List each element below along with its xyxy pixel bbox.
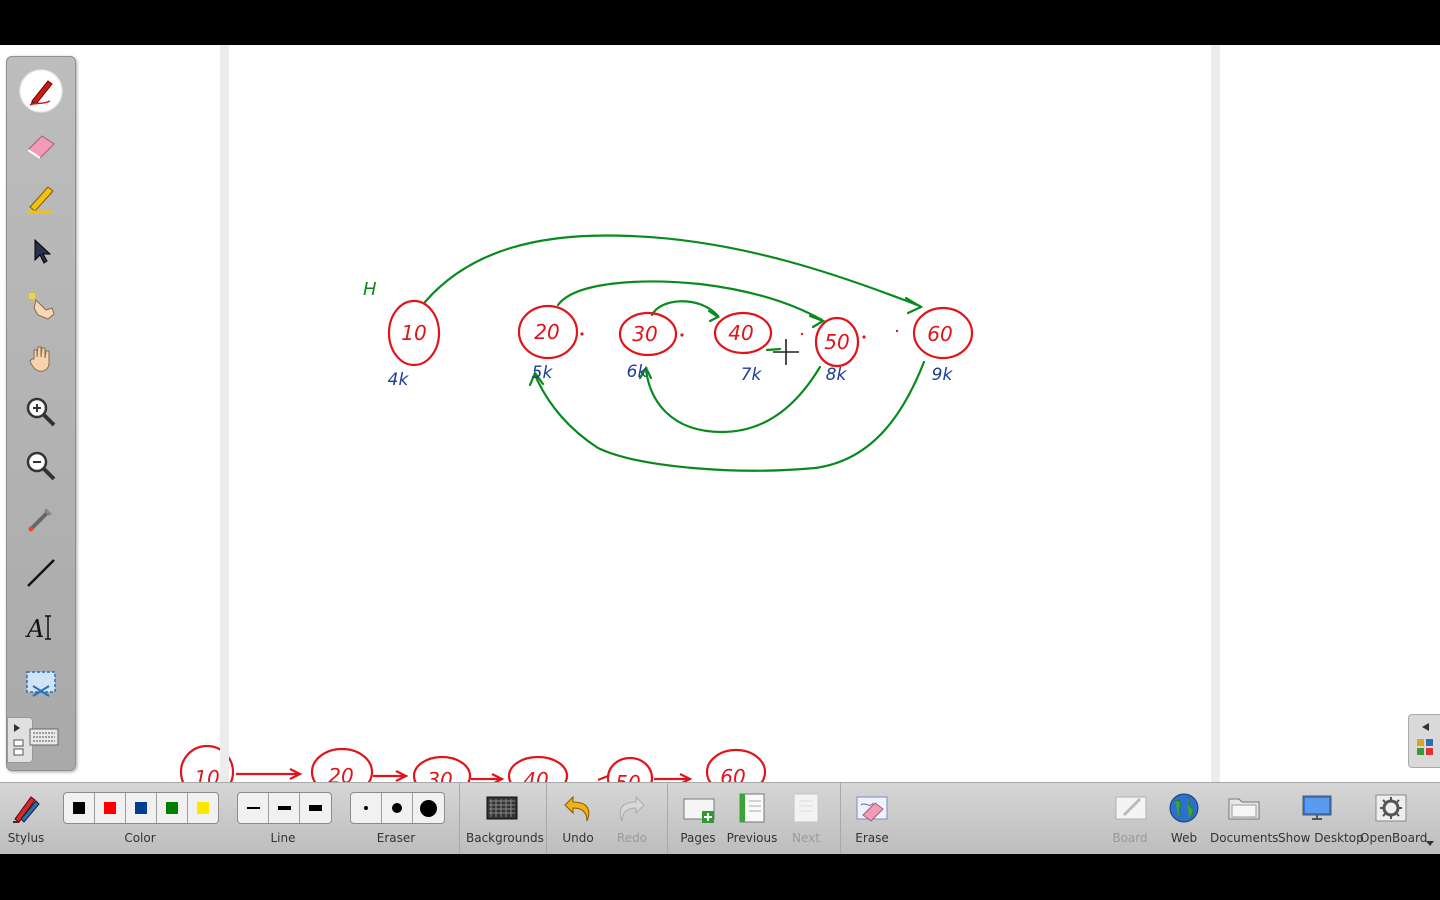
backgrounds-icon[interactable] [485,791,519,825]
show-desktop-label: Show Desktop [1278,831,1364,845]
openboard-settings-icon[interactable] [1374,791,1408,825]
openboard-menu-arrow-icon[interactable] [1426,841,1434,846]
line-icon[interactable] [21,553,61,593]
color-black[interactable] [64,793,95,823]
interact-icon[interactable] [21,285,61,325]
erase-label: Erase [855,831,889,845]
text-icon[interactable]: A [21,607,61,647]
documents-label: Documents [1210,831,1279,845]
redo-icon[interactable] [614,791,648,825]
weight-10: 4k [388,370,410,390]
zoom-out-icon[interactable] [21,446,61,486]
node-label-50: 50 [824,330,849,354]
link-10-to-60 [423,234,922,308]
capture-icon[interactable] [21,663,61,703]
color-yellow[interactable] [188,793,218,823]
link-40-back [765,347,782,352]
bottom-node-20: 20 [328,764,353,782]
pages-icon[interactable] [682,791,716,825]
line-thin[interactable] [238,793,269,823]
previous-label: Previous [726,831,778,845]
color-label: Color [124,831,156,845]
link-60-to-20 [533,360,926,472]
eraser-size-picker [350,792,445,824]
line-width-picker [237,792,332,824]
weight-20: 5k [532,363,554,383]
page-border-right [1211,45,1220,782]
node-label-10: 10 [401,321,426,345]
zoom-in-icon[interactable] [21,392,61,432]
hand-icon[interactable] [21,338,61,378]
previous-icon[interactable] [735,791,769,825]
page-border-left [220,45,229,782]
keyboard-icon[interactable] [29,725,59,749]
color-picker [63,792,219,824]
svg-text:A: A [25,615,44,643]
top-black-bar [0,0,1440,45]
node-label-60: 60 [927,322,952,346]
pen-icon[interactable] [19,69,63,113]
redo-label: Redo [616,831,648,845]
link-50-to-30 [644,365,822,434]
bottom-node-30: 30 [427,768,452,782]
next-label: Next [792,831,820,845]
node-label-30: 30 [632,322,657,346]
eraser-medium[interactable] [382,793,413,823]
ink-layer: H 10 20 30 40 50 60 4k 5k 6k 7k 8k 9k 10… [179,234,974,782]
next-icon[interactable] [789,791,823,825]
backgrounds-label: Backgrounds [466,831,544,845]
main-toolbar: Stylus Color Line Eraser Backgrounds Und… [0,782,1440,855]
eraser-large[interactable] [413,793,443,823]
erase-icon[interactable] [855,791,889,825]
stylus-label: Stylus [7,831,45,845]
laser-pointer-icon[interactable] [21,499,61,539]
undo-icon[interactable] [561,791,595,825]
node-label-40: 40 [728,321,753,345]
bottom-node-10: 10 [194,766,219,782]
color-green[interactable] [157,793,188,823]
bottom-black-bar [0,854,1440,900]
link-30-to-40 [650,300,720,318]
line-thick[interactable] [300,793,330,823]
undo-label: Undo [562,831,594,845]
show-desktop-icon[interactable] [1300,791,1334,825]
openboard-label: OpenBoard [1360,831,1428,845]
bottom-node-60: 60 [720,765,745,782]
weight-30: 6k [627,362,649,382]
line-medium[interactable] [269,793,300,823]
expand-arrow-icon [1422,723,1429,731]
eraser-icon[interactable] [21,125,61,165]
web-label: Web [1170,831,1198,845]
bottom-node-40: 40 [523,768,548,782]
head-label: H [363,279,377,300]
marker-icon[interactable] [21,178,61,218]
weight-50: 8k [826,365,848,385]
crosshair-cursor-icon [773,339,799,365]
bottom-node-50: 50 [615,771,640,782]
library-palette-collapsed[interactable] [1408,714,1440,768]
selector-icon[interactable] [21,231,61,271]
node-label-20: 20 [534,320,559,344]
color-red[interactable] [95,793,126,823]
eraser-small[interactable] [351,793,382,823]
line-label: Line [270,831,296,845]
board-label: Board [1112,831,1148,845]
board-icon[interactable] [1114,791,1148,825]
weight-60: 9k [932,365,954,385]
color-blue[interactable] [126,793,157,823]
arrowhead-60 [904,296,924,315]
stylus-palette: A [6,56,76,771]
web-icon[interactable] [1167,791,1201,825]
stylus-icon[interactable] [9,791,43,825]
weight-40: 7k [741,365,763,385]
whiteboard-canvas[interactable]: H 10 20 30 40 50 60 4k 5k 6k 7k 8k 9k 10… [0,45,1440,782]
documents-icon[interactable] [1227,791,1261,825]
pages-label: Pages [680,831,716,845]
eraser-label: Eraser [376,831,416,845]
